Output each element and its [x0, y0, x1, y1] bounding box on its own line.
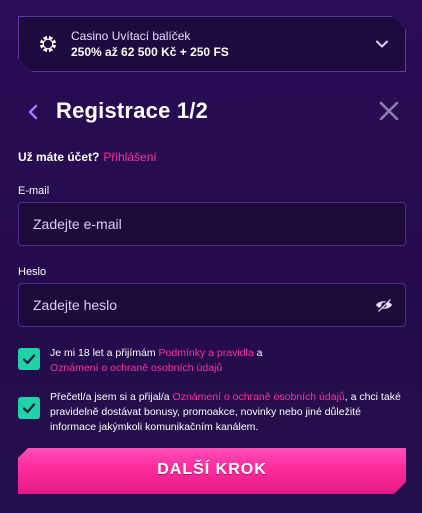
login-question: Už máte účet?: [18, 150, 100, 164]
login-link[interactable]: Přihlášení: [103, 150, 156, 164]
next-step-button[interactable]: DALŠÍ KROK: [18, 448, 406, 494]
email-field[interactable]: Zadejte e-mail: [18, 202, 406, 246]
next-step-label: DALŠÍ KROK: [157, 461, 267, 478]
marketing-privacy-link[interactable]: Oznámení o ochraně osobních údajů: [173, 391, 345, 403]
bonus-value: 250% až 62 500 Kč + 250 FS: [71, 45, 229, 59]
marketing-checkbox[interactable]: [18, 397, 40, 419]
terms-link[interactable]: Podmínky a pravidla: [159, 347, 254, 359]
terms-text-a: Je mi 18 let a přijímám: [50, 347, 159, 359]
privacy-link[interactable]: Oznámení o ochraně osobních údajů: [50, 362, 222, 374]
bonus-title: Casino Uvítací balíček: [71, 29, 191, 43]
chevron-down-icon[interactable]: [375, 37, 389, 51]
poker-chip-icon: [39, 35, 57, 53]
email-label: E-mail: [18, 185, 50, 197]
password-label: Heslo: [18, 266, 47, 278]
password-field[interactable]: Zadejte heslo: [18, 283, 406, 327]
close-icon[interactable]: [378, 100, 400, 122]
terms-checkbox[interactable]: [18, 348, 40, 370]
login-prompt: Už máte účet? Přihlášení: [18, 150, 157, 164]
back-arrow-icon[interactable]: [26, 101, 40, 123]
marketing-text-a: Přečetl/a jsem si a přijal/a: [50, 391, 173, 403]
marketing-consent-text: Přečetl/a jsem si a přijal/a Oznámení o …: [50, 390, 405, 435]
eye-slash-icon[interactable]: [375, 297, 393, 313]
checkmark-icon: [22, 403, 36, 414]
welcome-bonus-selector[interactable]: Casino Uvítací balíček 250% až 62 500 Kč…: [18, 16, 406, 72]
terms-consent-text: Je mi 18 let a přijímám Podmínky a pravi…: [50, 346, 405, 376]
checkmark-icon: [22, 354, 36, 365]
page-title: Registrace 1/2: [56, 98, 208, 123]
registration-header: Registrace 1/2: [18, 98, 406, 128]
email-placeholder: Zadejte e-mail: [33, 216, 122, 232]
password-placeholder: Zadejte heslo: [33, 297, 118, 313]
terms-text-b: a: [253, 347, 263, 359]
